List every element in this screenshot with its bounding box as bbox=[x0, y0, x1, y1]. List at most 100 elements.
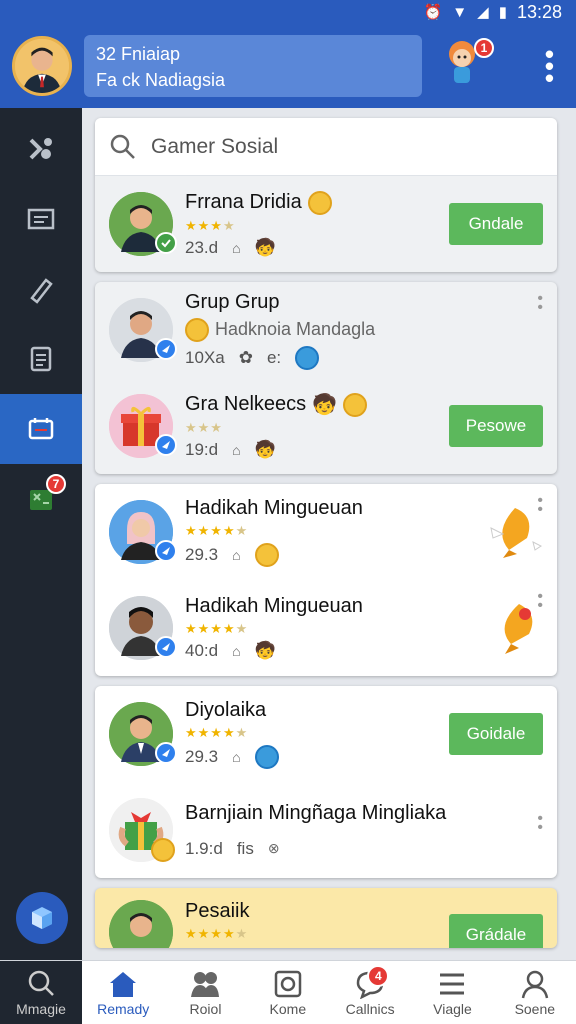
list-item[interactable]: Hadikah Mingueuan ★★★★★ 29.3 ⌂ • • bbox=[95, 484, 557, 580]
rating-stars: ★★★★★ bbox=[185, 523, 249, 538]
contact-name: Diyolaika bbox=[185, 699, 267, 721]
list-item[interactable]: Diyolaika ★★★★★ 29.3 ⌂ Goidale bbox=[95, 686, 557, 782]
list-item[interactable]: Pesaiik ★★★★★ Grádale bbox=[95, 888, 557, 948]
user-avatar[interactable] bbox=[12, 36, 72, 96]
more-options-icon[interactable]: • • bbox=[537, 811, 543, 836]
sidebar-item-edit[interactable] bbox=[0, 254, 82, 324]
list-item[interactable]: Frrana Dridia ★★★★ 23.d ⌂ 🧒 Gndale bbox=[95, 176, 557, 272]
list-item[interactable]: Grup Grup Hadknoia Mandagla 10Xa ✿ e: bbox=[95, 282, 557, 378]
verified-icon bbox=[155, 434, 177, 456]
action-button[interactable]: Goidale bbox=[449, 713, 543, 755]
rating-stars: ★★★★★ bbox=[185, 926, 249, 941]
contact-name: Hadikah Mingueuan bbox=[185, 595, 363, 617]
sidebar-item-tools[interactable] bbox=[0, 114, 82, 184]
mascot-notification[interactable]: 1 bbox=[440, 36, 494, 96]
list-item[interactable]: Hadikah Mingueuan ★★★★★ 40:d ⌂ 🧒 • • bbox=[95, 580, 557, 676]
verified-icon bbox=[155, 540, 177, 562]
contact-avatar bbox=[109, 394, 177, 458]
more-menu-icon[interactable]: • • • bbox=[545, 41, 554, 91]
list-card-highlighted: Pesaiik ★★★★★ Grádale bbox=[95, 888, 557, 948]
contact-avatar bbox=[109, 192, 177, 256]
contact-meta: 23.d bbox=[185, 237, 219, 257]
list-item[interactable]: Barnjiain Mingñaga Mingliaka 1.9:d fis ⊗ •… bbox=[95, 782, 557, 878]
verified-icon bbox=[155, 742, 177, 764]
contact-meta: 19:d bbox=[185, 440, 219, 459]
wifi-icon: ▼ bbox=[452, 3, 468, 21]
search-bar[interactable]: Gamer Sosial bbox=[95, 118, 557, 176]
character-icon: 🧒 bbox=[254, 237, 276, 257]
nav-people[interactable]: Roiol bbox=[164, 961, 246, 1024]
group-name: Grup Grup bbox=[185, 290, 280, 313]
action-button[interactable]: Gndale bbox=[449, 203, 543, 245]
contact-avatar bbox=[109, 596, 177, 660]
tools-icon bbox=[29, 138, 52, 160]
nav-search[interactable]: Mmagie bbox=[0, 961, 82, 1024]
contact-extra: fis bbox=[236, 838, 254, 858]
people-icon bbox=[191, 971, 220, 997]
mascot-icon: 🧒 bbox=[312, 394, 338, 416]
contact-name: Frrana Dridia bbox=[185, 191, 302, 213]
verified-icon bbox=[155, 232, 177, 254]
sidebar-fab-button[interactable] bbox=[16, 892, 68, 944]
list-icon bbox=[440, 973, 465, 994]
search-input[interactable]: Gamer Sosial bbox=[151, 135, 278, 159]
rating-stars: ★★★★★ bbox=[185, 725, 249, 740]
close-circle-icon[interactable]: ⊗ bbox=[268, 840, 280, 857]
nav-profile[interactable]: Soene bbox=[494, 961, 576, 1024]
search-icon bbox=[28, 970, 54, 996]
home-icon: ⌂ bbox=[232, 643, 241, 659]
nav-label: Callnics bbox=[345, 1000, 395, 1017]
card-icon bbox=[27, 208, 55, 230]
contact-avatar bbox=[109, 900, 173, 948]
action-button[interactable]: Grádale bbox=[449, 914, 543, 948]
rating-stars: ★★★ bbox=[185, 420, 223, 435]
flower-icon: ✿ bbox=[238, 347, 253, 367]
trophy-icon bbox=[490, 508, 542, 558]
sidebar-item-calendar[interactable] bbox=[0, 394, 82, 464]
group-subtitle: Hadknoia Mandagla bbox=[215, 319, 376, 339]
bottom-navigation: Mmagie Remady Roiol Kome 4 Callnics Viag… bbox=[0, 960, 576, 1024]
sidebar-item-messages[interactable] bbox=[0, 184, 82, 254]
profile-name-box[interactable]: 32 Fniaiap Fa ck Nadiagsia bbox=[84, 35, 422, 97]
app-header: 32 Fniaiap Fa ck Nadiagsia 1 • • • bbox=[0, 24, 576, 108]
nav-list[interactable]: Viagle bbox=[411, 961, 493, 1024]
main-list: Gamer Sosial Frrana Dridia ★★★★ 23.d ⌂ 🧒 G… bbox=[95, 118, 557, 958]
list-card: Hadikah Mingueuan ★★★★★ 29.3 ⌂ • • Hadikah… bbox=[95, 484, 557, 676]
signal-icon: ◢ bbox=[477, 4, 489, 21]
sidebar-item-game[interactable]: 7 bbox=[0, 464, 82, 534]
coin-icon bbox=[151, 838, 175, 862]
more-options-icon[interactable]: • • bbox=[537, 589, 543, 614]
home-icon: ⌂ bbox=[232, 547, 241, 563]
calendar-icon bbox=[28, 418, 54, 440]
sidebar-item-documents[interactable] bbox=[0, 324, 82, 394]
contact-name: Barnjiain Mingñaga Mingliaka bbox=[185, 801, 447, 824]
rating-stars: ★★★★ bbox=[185, 217, 236, 233]
coin-icon bbox=[254, 543, 279, 567]
coin-icon bbox=[185, 317, 209, 342]
action-button[interactable]: Pesowe bbox=[449, 405, 543, 447]
document-icon bbox=[30, 346, 52, 372]
character-icon: 🧒 bbox=[254, 641, 276, 660]
character-icon: 🧒 bbox=[254, 440, 276, 459]
nav-label: Soene bbox=[514, 1000, 556, 1017]
trophy-icon bbox=[504, 604, 533, 654]
contact-name: Gra Nelkeecs bbox=[185, 393, 307, 415]
nav-camera[interactable]: Kome bbox=[247, 961, 329, 1024]
person-icon bbox=[15, 39, 69, 93]
list-card: Diyolaika ★★★★★ 29.3 ⌂ Goidale Barnjiain … bbox=[95, 686, 557, 878]
nav-chat[interactable]: 4 Callnics bbox=[329, 961, 411, 1024]
verified-icon bbox=[155, 338, 177, 360]
rating-stars: ★★★★★ bbox=[185, 621, 249, 636]
nav-home[interactable]: Remady bbox=[82, 961, 164, 1024]
list-item[interactable]: Gra Nelkeecs 🧒 ★★★ 19:d ⌂ 🧒 Pesowe bbox=[95, 378, 557, 474]
more-options-icon[interactable]: • • bbox=[537, 493, 543, 518]
nav-label: Remady bbox=[97, 1000, 150, 1017]
profile-line-2: Fa ck Nadiagsia bbox=[96, 70, 226, 90]
group-meta: 10Xa bbox=[185, 347, 225, 367]
status-bar: ⏰ ▼ ◢ ▮ 13:28 bbox=[0, 0, 576, 24]
contact-meta: 29.3 bbox=[185, 747, 219, 766]
home-icon: ⌂ bbox=[232, 749, 241, 765]
contact-avatar bbox=[109, 798, 175, 862]
contact-meta: 40:d bbox=[185, 641, 219, 660]
info-icon bbox=[254, 745, 279, 769]
